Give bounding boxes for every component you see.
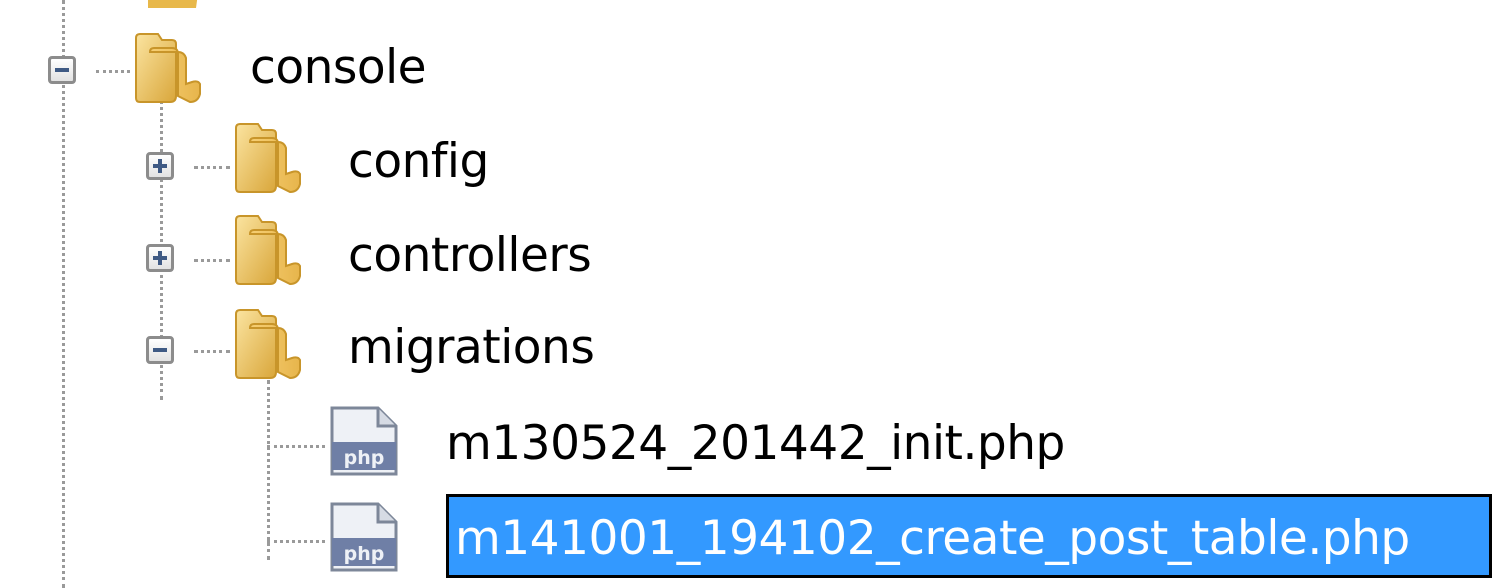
tree-guide-line	[267, 540, 325, 543]
folder-icon	[148, 0, 198, 8]
plus-expander-icon[interactable]	[146, 152, 174, 180]
tree-guide-line	[267, 445, 325, 448]
tree-node-label[interactable]: m130524_201442_init.php	[446, 414, 1065, 474]
tree-guide-line	[267, 380, 270, 560]
svg-text:php: php	[344, 447, 385, 469]
php-file-icon: php	[330, 406, 398, 476]
folder-icon	[235, 215, 301, 286]
tree-guide-line	[62, 0, 65, 588]
tree-node-label[interactable]: controllers	[348, 226, 592, 286]
tree-guide-line	[194, 350, 230, 353]
minus-expander-icon[interactable]	[48, 56, 76, 84]
tree-guide-line	[96, 70, 130, 73]
tree-node-label-selected[interactable]: m141001_194102_create_post_table.php	[446, 494, 1492, 578]
folder-icon	[135, 33, 201, 104]
tree-node-label[interactable]: config	[348, 132, 489, 192]
plus-expander-icon[interactable]	[146, 244, 174, 272]
php-file-icon: php	[330, 502, 398, 572]
tree-guide-line	[194, 166, 230, 169]
folder-icon	[235, 309, 301, 380]
tree-guide-line	[194, 259, 230, 262]
minus-expander-icon[interactable]	[146, 336, 174, 364]
tree-node-label[interactable]: console	[250, 38, 427, 98]
svg-text:php: php	[344, 543, 385, 565]
folder-icon	[235, 123, 301, 194]
tree-node-label[interactable]: migrations	[348, 318, 595, 378]
file-tree: console config controllers migrations ph…	[0, 0, 1492, 588]
